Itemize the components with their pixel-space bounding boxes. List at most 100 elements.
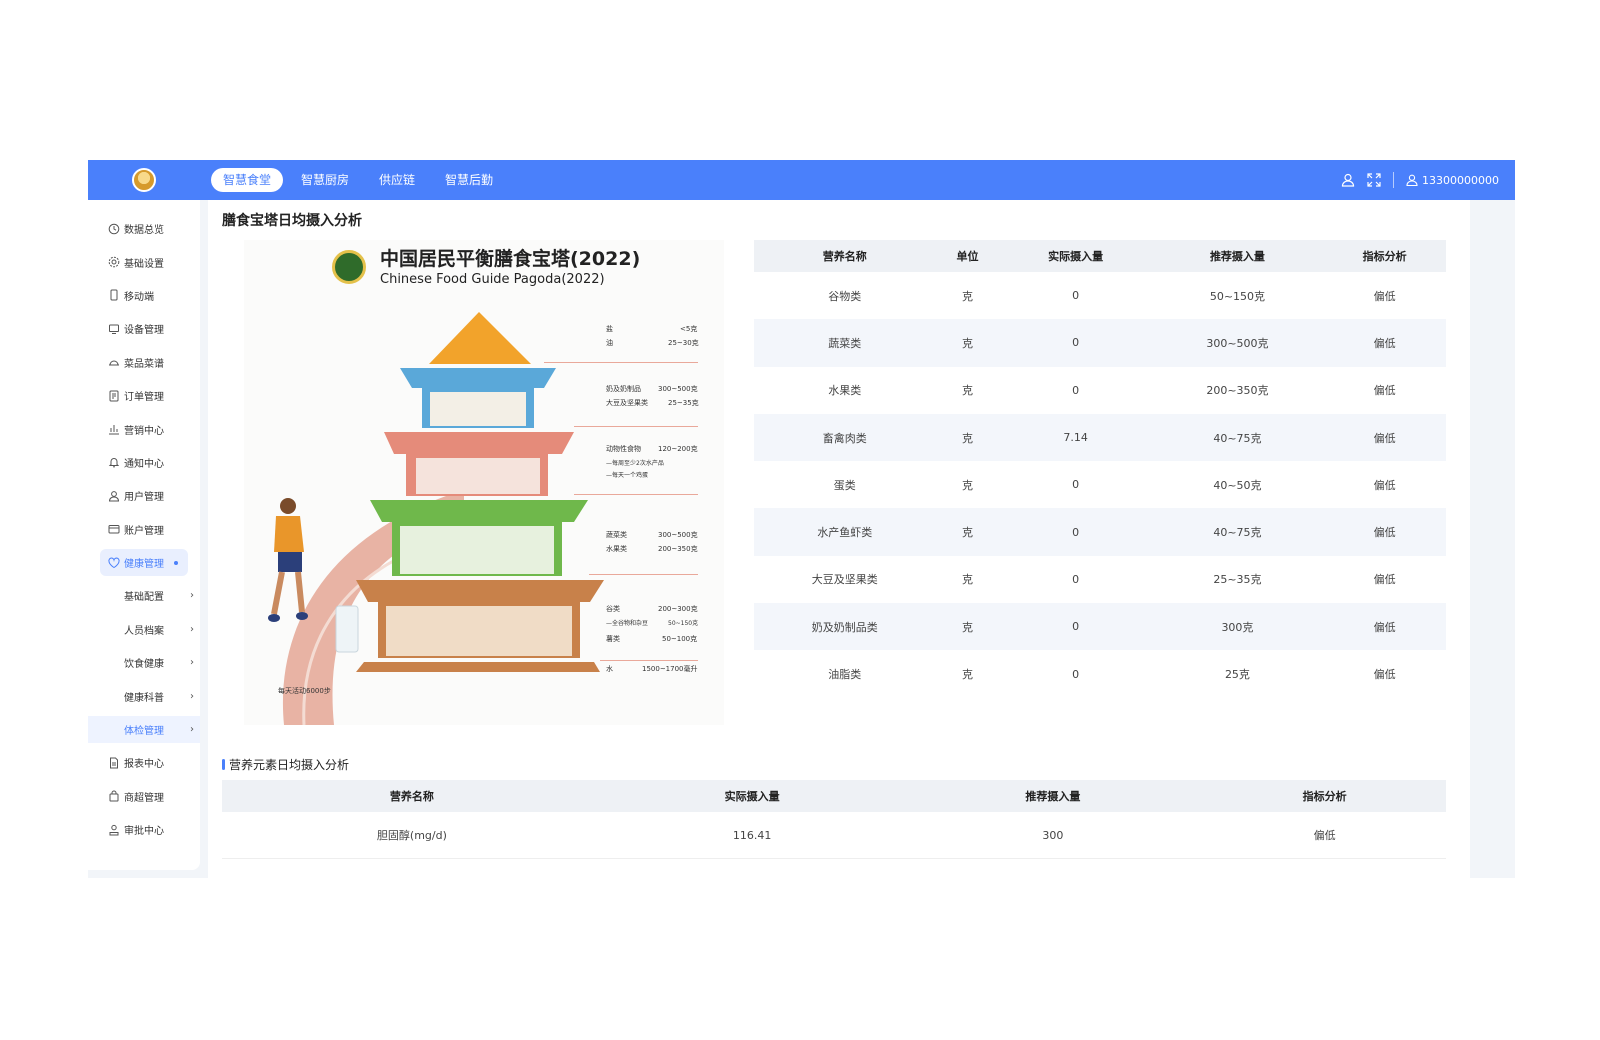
user-icon (1406, 174, 1418, 186)
sidebar-item[interactable]: 饮食健康 › (88, 646, 200, 679)
cell-actual-intake: 0 (1072, 289, 1080, 303)
cell-unit: 克 (962, 384, 974, 398)
heart-icon (108, 557, 120, 569)
sidebar-menu: 数据总览 基础设置 移动端 设备管理 菜品菜谱 订单管理 营销中心 通知中心 用户管理 账户管理健… (88, 212, 200, 846)
cell-indicator: 偏低 (1373, 573, 1396, 587)
cell-actual-intake: 0 (1072, 667, 1080, 681)
sidebar-item[interactable]: 审批中心 (88, 813, 200, 846)
col-recommended-intake: 推荐摄入量 (1151, 240, 1324, 272)
sidebar-item[interactable]: 订单管理 (88, 379, 200, 412)
pagoda-label: 动物性食物 (606, 445, 641, 453)
sidebar-item-label: 饮食健康 (124, 659, 164, 671)
sidebar-item-label: 订单管理 (124, 392, 164, 404)
pagoda-value: 25~30克 (668, 339, 699, 347)
cell-indicator: 偏低 (1323, 508, 1446, 556)
table-row: 奶及奶制品类克 0 300克 偏低 (754, 603, 1446, 651)
profile-icon[interactable] (1341, 173, 1355, 187)
cell-nutrient-name: 水产鱼虾类 (754, 508, 936, 556)
cell-recommended-intake: 50~150克 (1209, 289, 1266, 303)
order-icon (108, 390, 120, 402)
chevron-right-icon: › (190, 590, 194, 602)
pagoda-value: 50~100克 (662, 635, 698, 643)
sidebar-item[interactable]: 报表中心 (88, 746, 200, 779)
pagoda-divider (574, 494, 698, 495)
sidebar-item-label: 报表中心 (124, 759, 164, 771)
cell-indicator: 偏低 (1323, 413, 1446, 462)
sidebar-item-label: 通知中心 (124, 458, 164, 470)
fullscreen-icon[interactable] (1367, 173, 1381, 187)
tab-smart-kitchen[interactable]: 智慧厨房 (289, 168, 361, 192)
cell-indicator: 偏低 (1323, 603, 1446, 651)
tab-supply-chain[interactable]: 供应链 (367, 168, 427, 192)
user-icon (108, 490, 120, 502)
col-nutrient-name: 营养名称 (754, 240, 936, 272)
cell-nutrient-name: 胆固醇(mg/d) (222, 812, 602, 859)
cell-recommended-intake: 300~500克 (1151, 319, 1324, 367)
pagoda-value: 300~500克 (658, 385, 698, 393)
section-marker (222, 759, 225, 770)
cell-actual-intake: 0 (1072, 478, 1080, 492)
col-unit: 单位 (935, 240, 1000, 272)
top-right-tools: 13300000000 (1341, 160, 1499, 200)
table-row: 蛋类 克 0 40~50克 偏低 (754, 461, 1446, 508)
main-content: 膳食宝塔日均摄入分析 中国居民平衡膳食宝塔(2022) Chinese Food… (208, 200, 1470, 878)
sidebar-item-label: 移动端 (124, 291, 154, 303)
cell-indicator: 偏低 (1373, 478, 1396, 492)
cell-recommended-intake: 40~50克 (1213, 478, 1262, 492)
sidebar-item-label: 设备管理 (124, 325, 164, 337)
sidebar-item[interactable]: 基础设置 (88, 245, 200, 278)
mobile-icon (108, 289, 120, 301)
cell-unit: 克 (962, 668, 974, 682)
table-row: 油脂类 克 0 25克 偏低 (754, 650, 1446, 697)
sidebar-item[interactable]: 体检管理 › (88, 713, 200, 746)
sidebar-item-label: 商超管理 (124, 792, 164, 804)
sidebar-item[interactable]: 用户管理 (88, 479, 200, 512)
cell-actual-intake: 7.14 (999, 413, 1152, 462)
cell-indicator: 偏低 (1323, 319, 1446, 367)
sidebar-item[interactable]: 基础配置 › (88, 579, 200, 612)
pagoda-activity: 每天活动6000步 (278, 687, 331, 695)
cell-actual-intake: 0 (1072, 383, 1080, 397)
cell-indicator: 偏低 (1203, 812, 1446, 859)
sidebar-item[interactable]: 人员档案 › (88, 613, 200, 646)
top-nav-tabs: 智慧食堂 智慧厨房 供应链 智慧后勤 (211, 168, 505, 192)
cell-unit: 克 (962, 289, 974, 303)
pagoda-note: —每周至少2次水产品 (606, 460, 664, 467)
sidebar-item[interactable]: 数据总览 (88, 212, 200, 245)
cell-nutrient-name: 畜禽肉类 (754, 413, 936, 462)
sidebar-item[interactable]: 健康管理 (88, 546, 200, 579)
cell-recommended-intake: 300克 (1151, 603, 1324, 651)
pagoda-value: 200~300克 (658, 605, 698, 613)
sidebar-item[interactable]: 账户管理 (88, 513, 200, 546)
approve-icon (108, 824, 120, 836)
report-icon (108, 757, 120, 769)
pagoda-label: 油 (606, 339, 613, 347)
pagoda-value: 1500~1700毫升 (642, 665, 698, 673)
sidebar-item[interactable]: 商超管理 (88, 780, 200, 813)
sidebar-item-label: 基础配置 (124, 592, 164, 604)
cell-recommended-intake: 25克 (1224, 668, 1250, 682)
table-header-row: 营养名称 单位 实际摄入量 推荐摄入量 指标分析 (754, 240, 1446, 272)
sidebar-item[interactable]: 健康科普 › (88, 679, 200, 712)
page-title: 膳食宝塔日均摄入分析 (222, 213, 362, 229)
user-phone: 13300000000 (1422, 173, 1499, 187)
sidebar-item[interactable]: 菜品菜谱 (88, 346, 200, 379)
cell-unit: 克 (935, 508, 1000, 556)
sidebar-item[interactable]: 移动端 (88, 279, 200, 312)
cell-nutrient-name: 谷物类 (828, 289, 862, 303)
pagoda-label: 薯类 (606, 635, 620, 643)
cell-nutrient-name: 蛋类 (833, 478, 856, 492)
chevron-right-icon: › (190, 657, 194, 669)
table-header-row: 营养名称 实际摄入量 推荐摄入量 指标分析 (222, 780, 1446, 812)
tab-smart-canteen[interactable]: 智慧食堂 (211, 168, 284, 192)
sidebar-item[interactable]: 通知中心 (88, 446, 200, 479)
sidebar-item[interactable]: 设备管理 (88, 312, 200, 345)
section2-title: 营养元素日均摄入分析 (222, 756, 349, 773)
table-row: 水果类 克 0 200~350克 偏低 (754, 367, 1446, 414)
user-menu[interactable]: 13300000000 (1406, 174, 1499, 187)
sidebar-item[interactable]: 营销中心 (88, 412, 200, 445)
pagoda-drawing (268, 312, 604, 725)
top-navbar: 智慧食堂 智慧厨房 供应链 智慧后勤 13300000000 (88, 160, 1515, 200)
app-window: 智慧食堂 智慧厨房 供应链 智慧后勤 13300000000 数据总览 基础设置移… (88, 160, 1515, 878)
tab-smart-logistics[interactable]: 智慧后勤 (433, 168, 505, 192)
